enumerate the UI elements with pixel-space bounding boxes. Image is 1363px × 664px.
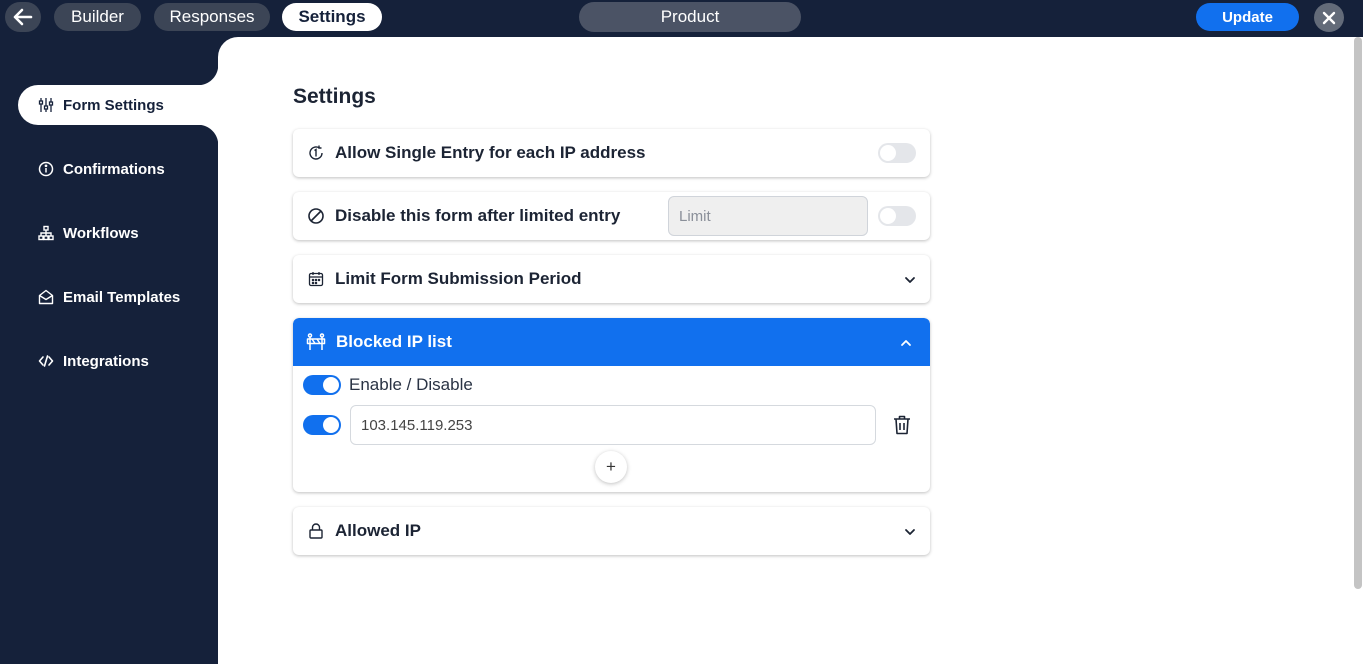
lock-icon <box>307 522 325 540</box>
add-ip-button[interactable]: + <box>595 451 627 483</box>
sidebar-item-label: Form Settings <box>63 96 164 114</box>
trash-icon[interactable] <box>892 414 912 436</box>
code-icon <box>38 353 54 369</box>
tab-builder[interactable]: Builder <box>54 3 141 31</box>
ban-icon <box>307 207 325 225</box>
single-entry-toggle[interactable] <box>878 143 916 163</box>
blocked-ip-header[interactable]: Blocked IP list <box>293 318 930 366</box>
tab-responses[interactable]: Responses <box>154 3 270 31</box>
blocked-ip-entry <box>303 405 912 445</box>
update-button[interactable]: Update <box>1196 3 1299 31</box>
limit-input[interactable] <box>668 196 868 236</box>
close-button[interactable] <box>1314 3 1344 32</box>
scrollbar[interactable] <box>1354 37 1362 589</box>
sidebar-item-workflows[interactable]: Workflows <box>18 213 218 253</box>
form-title[interactable]: Product <box>579 2 801 32</box>
blocked-ip-label: Blocked IP list <box>336 332 452 351</box>
barrier-icon <box>306 333 326 351</box>
sidebar-item-form-settings[interactable]: Form Settings <box>18 65 218 145</box>
blocked-ip-enable-row: Enable / Disable <box>303 375 473 395</box>
chevron-down-icon[interactable] <box>904 521 916 541</box>
sidebar-item-label: Integrations <box>63 352 149 370</box>
allowed-ip-card[interactable]: Allowed IP <box>293 507 930 555</box>
chevron-down-icon[interactable] <box>904 269 916 289</box>
ip-address-input[interactable] <box>350 405 876 445</box>
back-button[interactable] <box>5 2 41 32</box>
blocked-ip-card: Blocked IP list Enable / Disable + <box>293 318 930 492</box>
envelope-open-icon <box>38 289 54 305</box>
arrow-left-icon <box>13 8 33 26</box>
sidebar-item-confirmations[interactable]: Confirmations <box>18 149 218 189</box>
main-panel: Settings Allow Single Entry for each IP … <box>218 37 1363 664</box>
close-icon <box>1322 11 1336 24</box>
allowed-ip-label: Allowed IP <box>335 521 421 540</box>
submission-period-label: Limit Form Submission Period <box>335 269 582 288</box>
blocked-ip-enable-toggle[interactable] <box>303 375 341 395</box>
submission-period-card[interactable]: Limit Form Submission Period <box>293 255 930 303</box>
limited-entry-label: Disable this form after limited entry <box>335 206 621 225</box>
limited-entry-toggle[interactable] <box>878 206 916 226</box>
sitemap-icon <box>38 225 54 241</box>
sliders-icon <box>38 97 54 113</box>
sidebar-item-integrations[interactable]: Integrations <box>18 341 218 381</box>
sidebar-item-label: Workflows <box>63 224 139 242</box>
sidebar-item-label: Email Templates <box>63 288 181 306</box>
tab-settings[interactable]: Settings <box>282 3 382 31</box>
sidebar-item-email-templates[interactable]: Email Templates <box>18 277 218 317</box>
ip-entry-toggle[interactable] <box>303 415 341 435</box>
single-entry-label: Allow Single Entry for each IP address <box>335 143 646 162</box>
chevron-up-icon[interactable] <box>900 332 912 352</box>
info-icon <box>38 161 54 177</box>
one-entry-icon <box>307 144 325 162</box>
sidebar: Form Settings Confirmations Workflows Em… <box>0 37 218 664</box>
limited-entry-card: Disable this form after limited entry <box>293 192 930 240</box>
top-bar: Builder Responses Settings Product Updat… <box>0 0 1363 37</box>
page-title: Settings <box>293 85 376 108</box>
sidebar-item-label: Confirmations <box>63 160 165 178</box>
single-entry-card: Allow Single Entry for each IP address <box>293 129 930 177</box>
enable-disable-label: Enable / Disable <box>349 375 473 394</box>
calendar-icon <box>307 270 325 288</box>
